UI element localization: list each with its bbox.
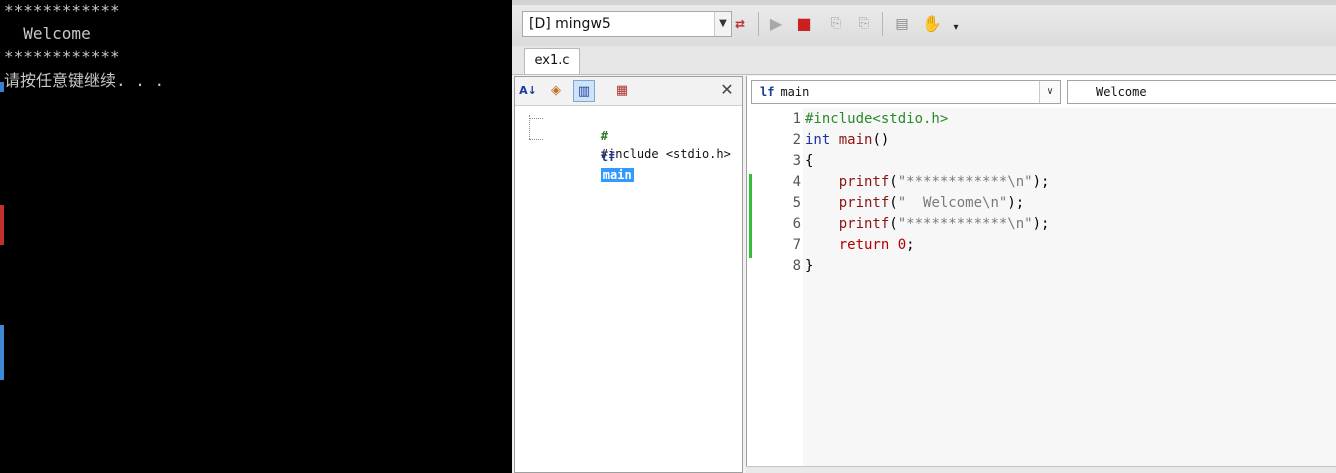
code-token: ( xyxy=(889,195,898,211)
tree-item-label: #include <stdio.h> xyxy=(600,147,731,161)
toolbar: [D] mingw5 ▼ ⇄ ▶ ■ ⎘ ⎘ ▤ ✋ ▾ xyxy=(512,0,1336,47)
line-number: 1 xyxy=(792,111,801,127)
desktop-edge xyxy=(0,205,4,245)
horizontal-scrollbar[interactable] xyxy=(746,466,1336,473)
line-number: 2 xyxy=(792,132,801,148)
code-token: ); xyxy=(1032,174,1050,190)
code-token: printf xyxy=(838,216,890,232)
line-number-gutter: 1 2 3 4 5 6 7 8 xyxy=(747,108,803,473)
code-line: printf(" Welcome\n"); xyxy=(805,193,1024,214)
tree-item-label: main xyxy=(600,168,634,182)
code-line: return 0; xyxy=(805,235,915,256)
line-number: 4 xyxy=(792,174,801,190)
class-view-toolbar: A↓ ◈ ▥ ▦ ✕ xyxy=(515,77,742,106)
more-icon[interactable]: ▾ xyxy=(944,16,968,40)
class-view-panel: A↓ ◈ ▥ ▦ ✕ # #include <stdio.h> lf main xyxy=(514,76,743,473)
desktop-edge xyxy=(0,325,4,380)
console-window: ************ Welcome ************ 请按任意键继… xyxy=(0,0,512,473)
options-icon[interactable]: ▦ xyxy=(611,80,633,102)
stop-icon[interactable]: ■ xyxy=(792,12,816,36)
code-token: ); xyxy=(1032,216,1050,232)
code-text-area[interactable]: #include<stdio.h> int main() { printf("*… xyxy=(803,108,1336,473)
line-number: 6 xyxy=(792,216,801,232)
code-token: 0 xyxy=(897,237,907,253)
code-token: return xyxy=(838,237,890,253)
code-token: "************\n" xyxy=(897,174,1033,190)
code-token: ; xyxy=(906,237,915,253)
scope-combo[interactable]: Welcome xyxy=(1067,80,1336,104)
function-combo[interactable]: lf main ∨ xyxy=(751,80,1061,104)
function-icon: lf xyxy=(600,150,616,164)
tree-connector xyxy=(529,139,543,140)
code-line: printf("************\n"); xyxy=(805,214,1050,235)
code-token: printf xyxy=(838,195,890,211)
code-token: printf xyxy=(838,174,890,190)
console-line: 请按任意键继续. . . xyxy=(4,71,165,90)
code-token: "************\n" xyxy=(897,216,1033,232)
toolbar-separator xyxy=(882,12,883,36)
toolbar-top-strip xyxy=(512,0,1336,5)
code-token: main xyxy=(838,132,873,148)
code-line: } xyxy=(805,256,813,277)
line-number: 3 xyxy=(792,153,801,169)
code-line: printf("************\n"); xyxy=(805,172,1050,193)
show-inherited-icon[interactable]: ▥ xyxy=(573,80,595,102)
change-marker xyxy=(749,174,752,258)
tree-connector xyxy=(529,118,543,119)
console-line: ************ xyxy=(4,47,120,66)
chevron-down-icon[interactable]: ∨ xyxy=(1039,81,1060,103)
sort-alpha-icon[interactable]: A↓ xyxy=(517,80,539,102)
rebuild-icon[interactable]: ⇄ xyxy=(728,12,752,36)
ide-window: [D] mingw5 ▼ ⇄ ▶ ■ ⎘ ⎘ ▤ ✋ ▾ ex1.c A↓ ◈ … xyxy=(512,0,1336,473)
compiler-select-value: [D] mingw5 xyxy=(529,16,611,32)
code-editor: lf main ∨ Welcome 1 2 3 4 5 6 7 8 #includ… xyxy=(746,76,1336,473)
line-number: 5 xyxy=(792,195,801,211)
console-line: Welcome xyxy=(4,24,91,43)
sort-type-icon[interactable]: ◈ xyxy=(545,80,567,102)
code-token: #include<stdio.h> xyxy=(805,111,949,127)
scope-combo-value: Welcome xyxy=(1096,85,1147,99)
hand-icon[interactable]: ✋ xyxy=(920,12,944,36)
code-token: " Welcome\n" xyxy=(897,195,1008,211)
compiler-select[interactable]: [D] mingw5 ▼ xyxy=(522,11,732,37)
tab-bar: ex1.c xyxy=(512,46,1336,75)
code-token: ); xyxy=(1007,195,1025,211)
code-token: ( xyxy=(889,174,898,190)
function-icon: lf xyxy=(760,85,775,99)
function-combo-value: main xyxy=(780,85,810,99)
code-line: int main() xyxy=(805,130,889,151)
console-line: ************ xyxy=(4,1,120,20)
tree-item-main[interactable]: lf main xyxy=(543,130,634,182)
code-line: { xyxy=(805,151,813,172)
step-out-icon[interactable]: ⎘ xyxy=(852,12,876,36)
close-icon[interactable]: ✕ xyxy=(718,80,736,100)
code-token: int xyxy=(805,132,831,148)
class-tree: # #include <stdio.h> lf main xyxy=(515,107,742,467)
code-token: () xyxy=(872,132,890,148)
code-line: #include<stdio.h> xyxy=(805,109,948,130)
code-token: { xyxy=(805,153,814,169)
run-icon[interactable]: ▶ xyxy=(764,12,788,36)
tab-ex1-c[interactable]: ex1.c xyxy=(524,48,580,74)
line-number: 8 xyxy=(792,258,801,274)
toolbar-separator xyxy=(758,12,759,36)
document-icon[interactable]: ▤ xyxy=(890,12,914,36)
tree-item-include[interactable]: # #include <stdio.h> xyxy=(543,109,731,161)
code-token: ( xyxy=(889,216,898,232)
line-number: 7 xyxy=(792,237,801,253)
step-icon[interactable]: ⎘ xyxy=(824,12,848,36)
code-token: } xyxy=(805,258,814,274)
